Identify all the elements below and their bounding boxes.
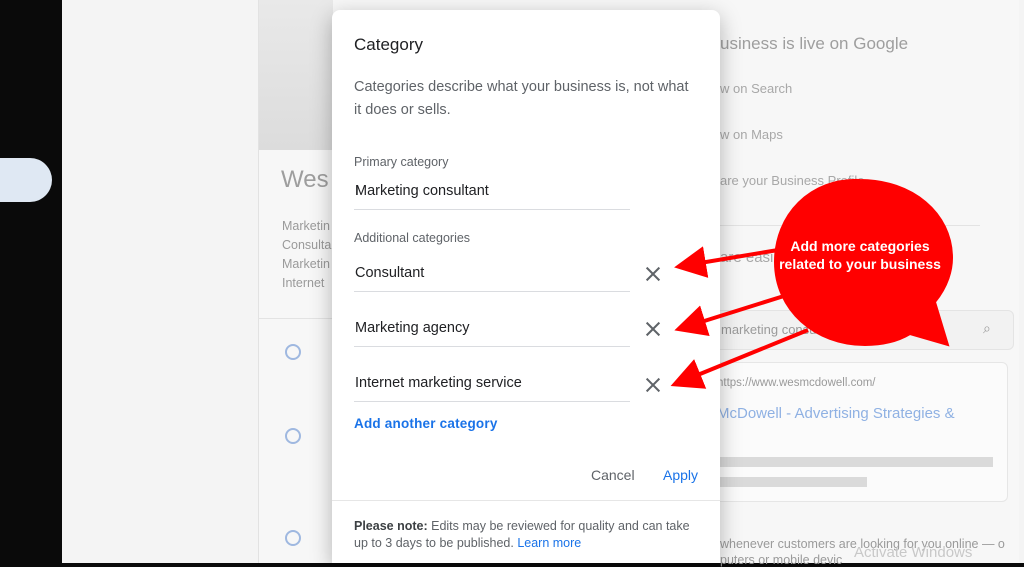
business-photo — [259, 0, 333, 150]
primary-category-field[interactable]: Marketing consultant I — [354, 176, 630, 210]
result-url: https://www.wesmcdowell.com/ — [717, 377, 876, 389]
primary-category-value: Marketing consultant — [355, 183, 489, 199]
category-preview-3: Marketin — [282, 257, 330, 271]
background-footer-text-2: puters or mobile devic — [720, 553, 843, 567]
learn-more-link[interactable]: Learn more — [517, 536, 581, 550]
background-search-result: https://www.wesmcdowell.com/ McDowell - … — [706, 362, 1008, 502]
apply-button[interactable]: Apply — [663, 467, 698, 483]
live-title: usiness is live on Google — [720, 34, 909, 53]
cancel-button[interactable]: Cancel — [591, 467, 635, 483]
dialog-description: Categories describe what your business i… — [354, 79, 689, 118]
primary-category-label: Primary category — [354, 155, 449, 169]
dialog-footer: Please note: Edits may be reviewed for q… — [332, 500, 720, 564]
additional-category-value: Internet marketing service — [355, 375, 522, 391]
background-search-box: marketing consultant in Chicago ⌕ — [706, 310, 1014, 350]
callout-text: Add more categories related to your busi… — [779, 238, 941, 272]
remove-category-close-icon[interactable] — [642, 374, 664, 396]
category-preview-4: Internet — [282, 276, 325, 290]
activate-windows-watermark: Activate Windows — [854, 544, 973, 561]
service-area-icon — [285, 428, 301, 444]
add-another-category-link[interactable]: Add another category — [354, 416, 498, 431]
divider — [258, 318, 332, 319]
review-note: Please note: Edits may be reviewed for q… — [354, 518, 694, 552]
category-preview-2: Consulta — [282, 238, 332, 252]
share-profile[interactable]: are your Business Profile — [720, 173, 865, 188]
clock-icon — [285, 530, 301, 546]
additional-category-field[interactable]: Consultant — [354, 258, 630, 292]
location-pin-icon — [285, 344, 301, 360]
additional-category-field[interactable]: Marketing agency — [354, 313, 630, 347]
note-label: Please note: — [354, 519, 428, 533]
result-snippet-bar — [717, 457, 993, 467]
additional-category-value: Consultant — [355, 265, 425, 281]
search-icon: ⌕ — [983, 320, 991, 336]
category-preview-1: Marketin — [282, 219, 330, 233]
background-search-query: marketing consultant in Chicago — [721, 322, 906, 337]
result-snippet-bar — [717, 477, 867, 487]
text-cursor-icon: I — [355, 183, 360, 199]
remove-category-close-icon[interactable] — [642, 318, 664, 340]
business-name: Wes — [281, 166, 329, 193]
remove-category-close-icon[interactable] — [642, 263, 664, 285]
result-title: McDowell - Advertising Strategies & — [717, 405, 955, 422]
divider-right — [720, 225, 980, 226]
view-on-maps[interactable]: w on Maps — [720, 127, 783, 142]
sidebar-highlight — [0, 158, 52, 202]
category-dialog: Category Categories describe what your b… — [332, 10, 720, 563]
dialog-title: Category — [354, 35, 423, 54]
additional-category-value: Marketing agency — [355, 320, 470, 336]
additional-categories-label: Additional categories — [354, 231, 471, 245]
view-on-search[interactable]: w on Search — [720, 81, 792, 96]
additional-category-field[interactable]: Internet marketing service — [354, 368, 630, 402]
